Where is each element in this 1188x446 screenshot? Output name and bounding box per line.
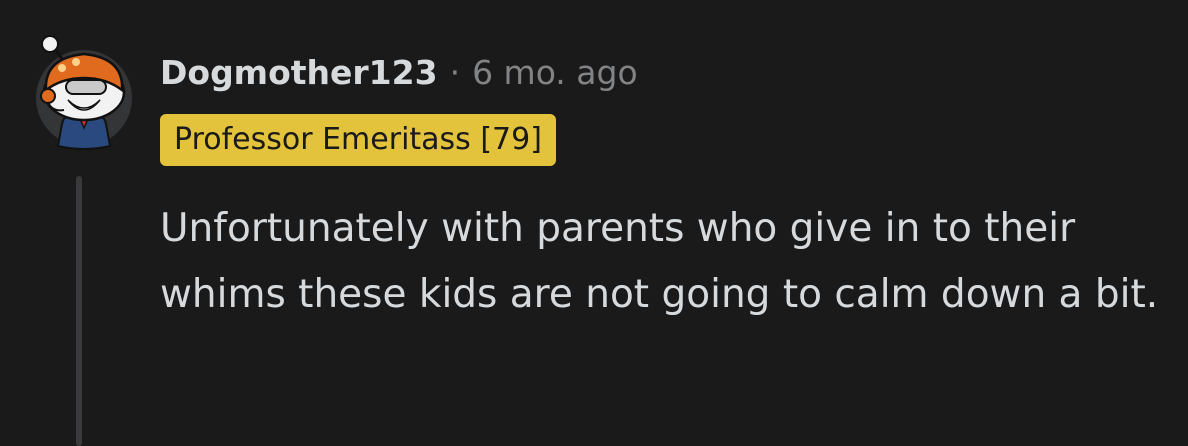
comment-body: Unfortunately with parents who give in t… [160, 206, 1159, 317]
comment-meta: Dogmother123 · 6 mo. ago [160, 50, 638, 94]
comment: Dogmother123 · 6 mo. ago Professor Emeri… [0, 0, 1188, 446]
username-link[interactable]: Dogmother123 [160, 53, 438, 92]
timestamp-link[interactable]: 6 mo. ago [472, 53, 638, 92]
user-flair: Professor Emeritass [79] [160, 114, 556, 166]
thread-collapse-line[interactable] [76, 176, 82, 446]
meta-separator: · [449, 52, 461, 92]
snoo-avatar-icon [40, 35, 126, 150]
user-avatar[interactable] [36, 35, 132, 150]
